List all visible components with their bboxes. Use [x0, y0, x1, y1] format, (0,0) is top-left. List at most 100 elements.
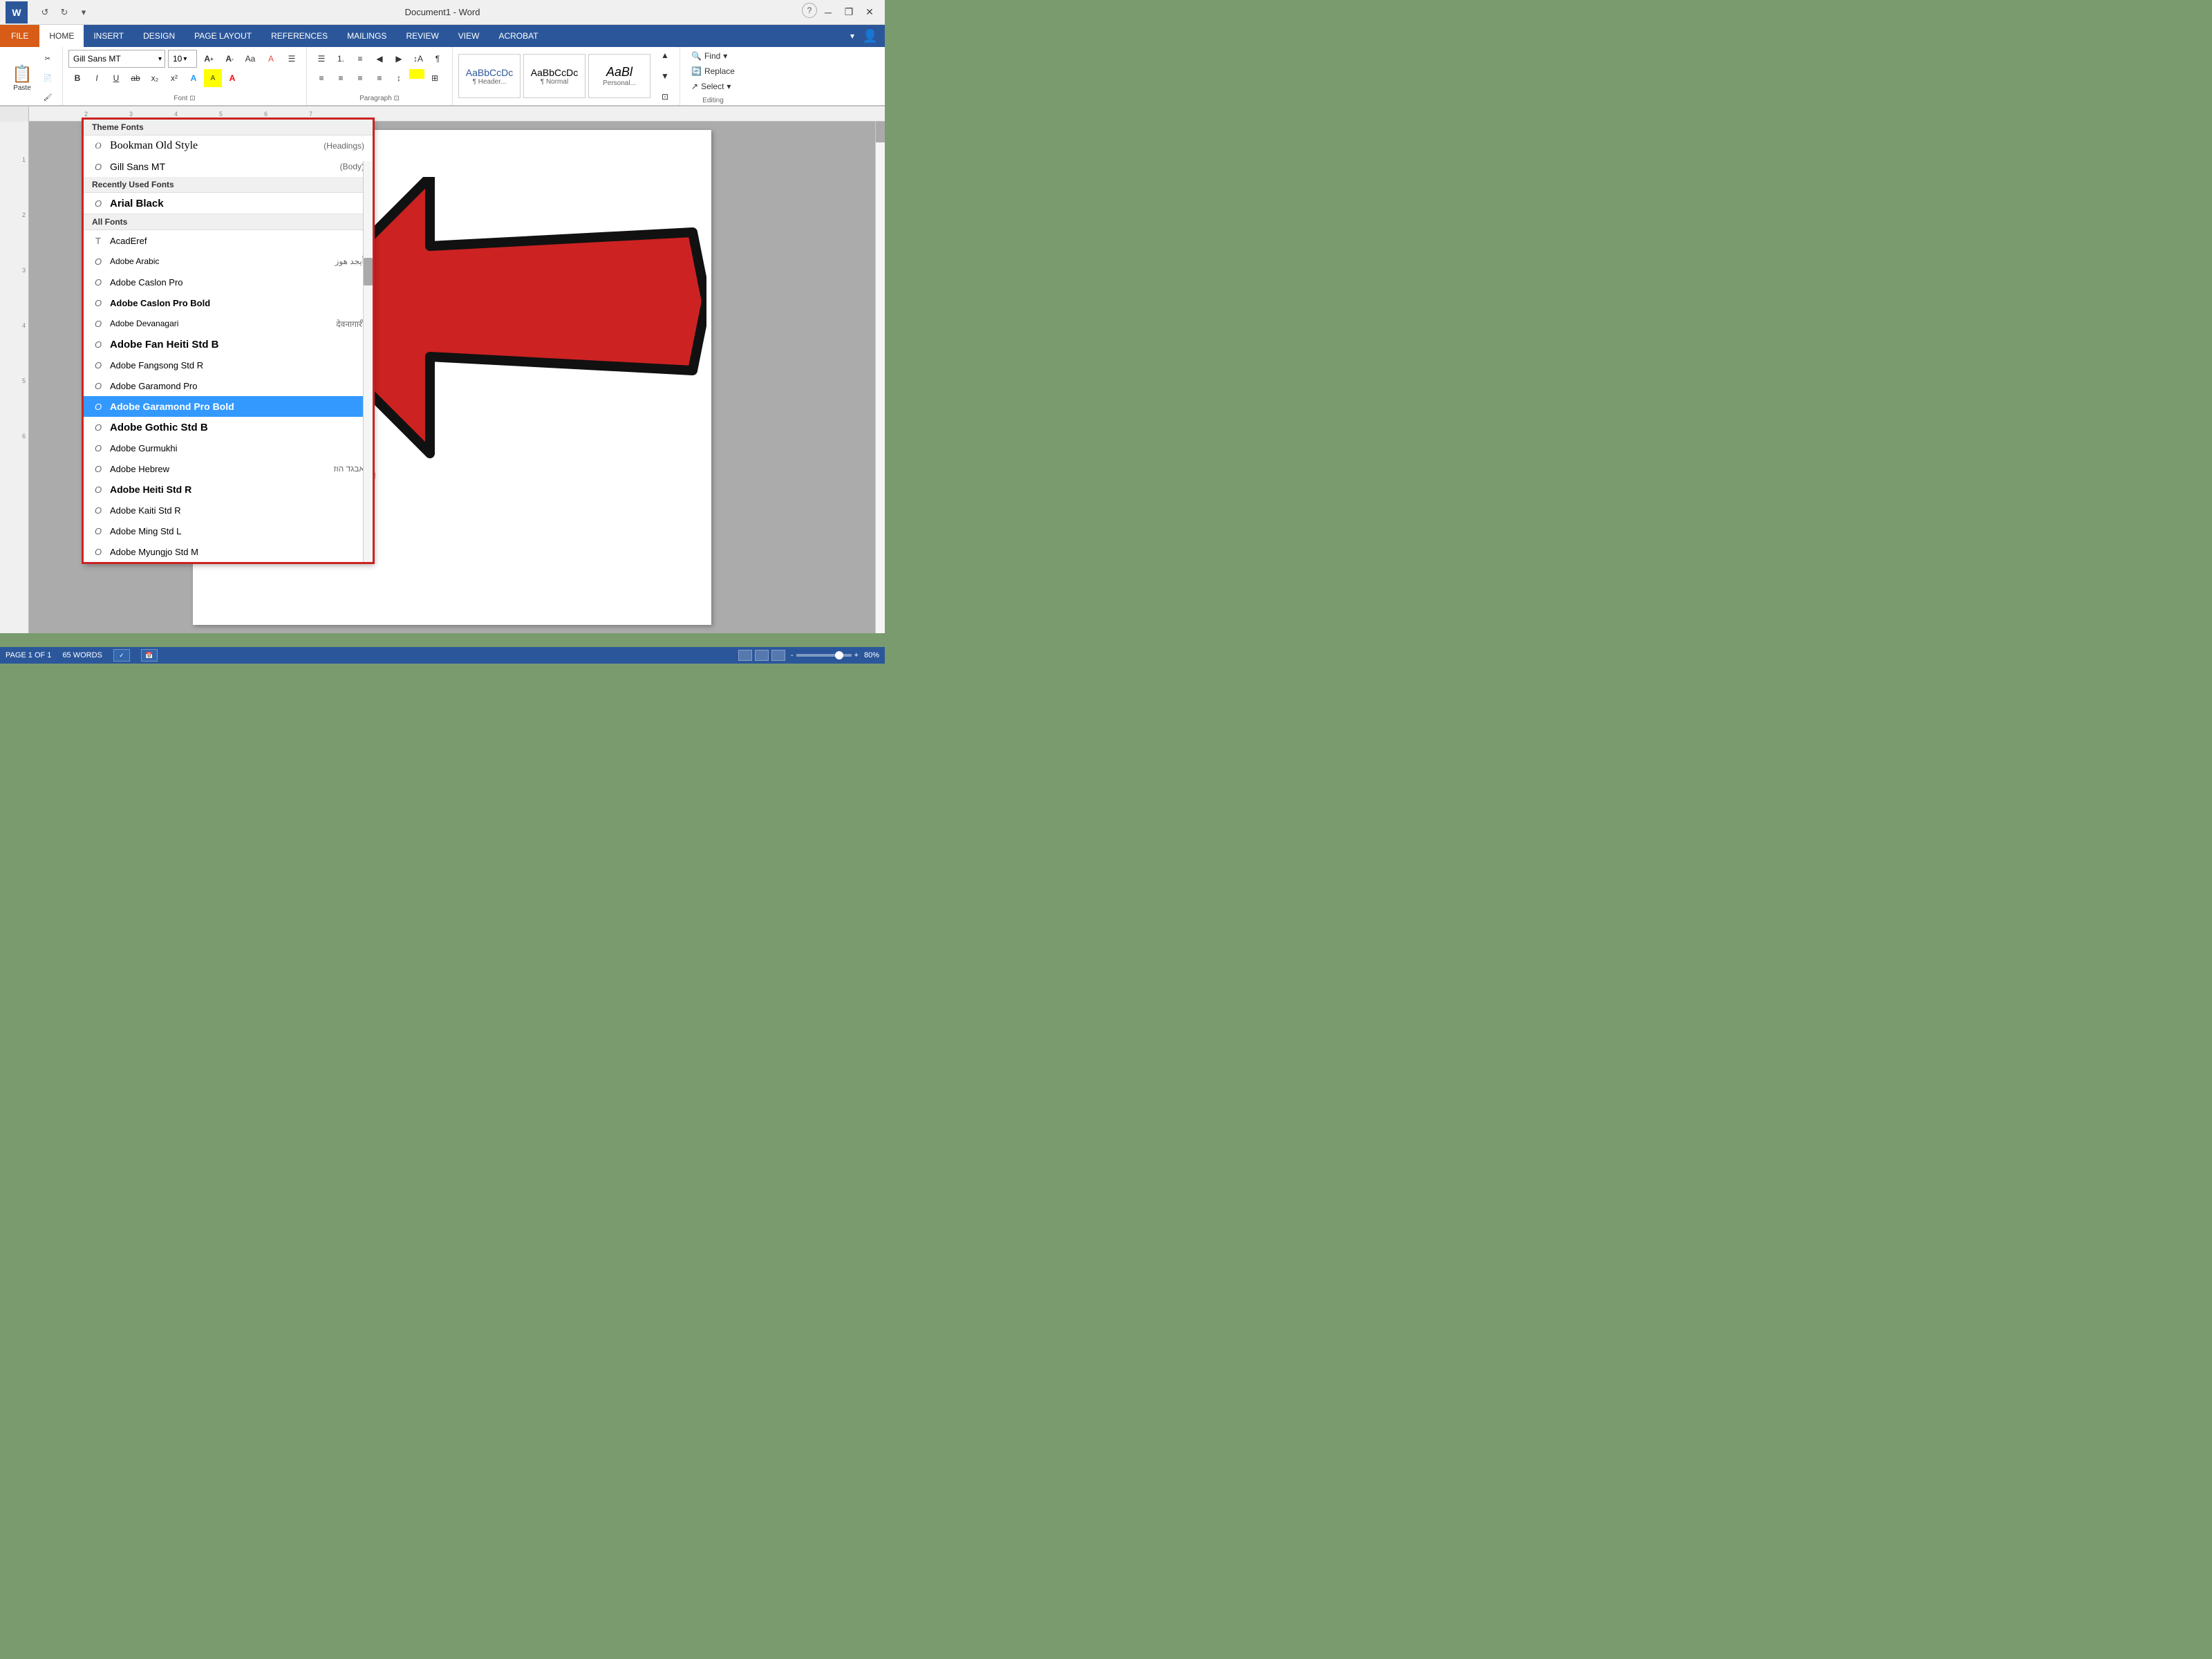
undo-button[interactable]: ↺ — [36, 3, 54, 21]
subscript-button[interactable]: x₂ — [146, 69, 164, 87]
font-item-adobe-fangsong[interactable]: O Adobe Fangsong Std R — [84, 355, 373, 375]
font-grow-button[interactable]: A+ — [200, 50, 218, 68]
tab-file[interactable]: FILE — [0, 25, 39, 47]
zoom-minus-button[interactable]: - — [791, 651, 794, 659]
font-item-adobe-caslon-bold[interactable]: O Adobe Caslon Pro Bold — [84, 292, 373, 313]
font-item-acadEref[interactable]: T AcadEref — [84, 230, 373, 251]
font-item-adobe-arabic[interactable]: O Adobe Arabic أيجد هوز — [84, 251, 373, 272]
line-spacing-button[interactable]: ↕ — [390, 69, 408, 87]
zoom-thumb[interactable] — [835, 651, 843, 659]
view-full-button[interactable] — [755, 650, 769, 661]
redo-button[interactable]: ↻ — [55, 3, 73, 21]
sort-button[interactable]: ↕A — [409, 50, 427, 68]
font-size-selector[interactable]: 10 ▾ — [168, 50, 197, 68]
styles-up-button[interactable]: ▲ — [656, 46, 674, 64]
select-button[interactable]: ↗ Select ▾ — [688, 80, 738, 93]
increase-indent-button[interactable]: ▶ — [390, 50, 408, 68]
shading-button[interactable] — [409, 69, 424, 79]
tab-acrobat[interactable]: ACROBAT — [489, 25, 547, 47]
style-header[interactable]: AaBbCcDc ¶ Header... — [458, 54, 521, 98]
clear-formatting-button[interactable]: A — [262, 50, 280, 68]
font-item-adobe-garamond-bold[interactable]: O Adobe Garamond Pro Bold — [84, 396, 373, 417]
view-web-button[interactable] — [771, 650, 785, 661]
cut-button[interactable]: ✂ — [39, 50, 57, 68]
font-item-adobe-fan-heiti[interactable]: O Adobe Fan Heiti Std B — [84, 334, 373, 355]
font-item-adobe-devanagari[interactable]: O Adobe Devanagari देवनागारी — [84, 313, 373, 334]
find-icon: 🔍 — [691, 51, 702, 61]
vertical-scrollbar[interactable] — [875, 122, 885, 633]
left-ruler: 1 2 3 4 5 6 — [0, 122, 29, 633]
font-item-adobe-caslon[interactable]: O Adobe Caslon Pro — [84, 272, 373, 292]
copy-button[interactable]: 📄 — [39, 69, 57, 87]
font-item-arial-black[interactable]: O Arial Black — [84, 193, 373, 214]
replace-button[interactable]: 🔄 Replace — [688, 65, 738, 77]
font-item-adobe-gurmukhi[interactable]: O Adobe Gurmukhi — [84, 438, 373, 458]
dropdown-scrollbar[interactable] — [363, 161, 373, 562]
text-highlight-button[interactable]: A — [204, 69, 222, 87]
zoom-track[interactable] — [796, 654, 852, 657]
bullets-button[interactable]: ☰ — [312, 50, 330, 68]
word-count: 65 WORDS — [62, 651, 102, 659]
font-color-button[interactable]: A — [223, 69, 241, 87]
borders-button[interactable]: ⊞ — [426, 69, 444, 87]
styles-more-button[interactable]: ⊡ — [656, 88, 674, 106]
scrollbar-thumb[interactable] — [876, 122, 885, 142]
numbering-button[interactable]: 1. — [332, 50, 350, 68]
user-account-icon[interactable]: 👤 — [861, 27, 879, 45]
close-button[interactable]: ✕ — [860, 3, 879, 22]
view-print-button[interactable] — [738, 650, 752, 661]
help-button[interactable]: ? — [802, 3, 817, 18]
font-item-adobe-heiti[interactable]: O Adobe Heiti Std R — [84, 479, 373, 500]
zoom-plus-button[interactable]: + — [854, 651, 859, 659]
tab-references[interactable]: REFERENCES — [261, 25, 337, 47]
style-personal[interactable]: AaBl Personal... — [588, 54, 650, 98]
justify-button[interactable]: ≡ — [371, 69, 388, 87]
tab-review[interactable]: REVIEW — [396, 25, 448, 47]
tab-mailings[interactable]: MAILINGS — [337, 25, 396, 47]
font-shrink-button[interactable]: A- — [221, 50, 238, 68]
text-effects-button[interactable]: A — [185, 69, 203, 87]
font-item-adobe-garamond[interactable]: O Adobe Garamond Pro — [84, 375, 373, 396]
tab-view[interactable]: VIEW — [449, 25, 489, 47]
style-normal-label: ¶ Normal — [541, 78, 568, 86]
change-case-button[interactable]: Aa — [241, 50, 259, 68]
styles-down-button[interactable]: ▼ — [656, 67, 674, 85]
font-name-selector[interactable]: Gill Sans MT ▾ — [68, 50, 165, 68]
tab-insert[interactable]: INSERT — [84, 25, 133, 47]
ruler-corner — [0, 106, 29, 122]
tab-page-layout[interactable]: PAGE LAYOUT — [185, 25, 261, 47]
strikethrough-button[interactable]: ab — [126, 69, 144, 87]
bold-button[interactable]: B — [68, 69, 86, 87]
superscript-button[interactable]: x² — [165, 69, 183, 87]
dropdown-scrollbar-thumb[interactable] — [364, 258, 373, 285]
proofing-button[interactable]: ✓ — [113, 649, 130, 662]
style-normal[interactable]: AaBbCcDc ¶ Normal — [523, 54, 585, 98]
show-formatting-button[interactable]: ¶ — [429, 50, 447, 68]
layout-button[interactable]: 📅 — [141, 649, 158, 662]
font-item-adobe-hebrew[interactable]: O Adobe Hebrew אבגד הוז — [84, 458, 373, 479]
decrease-indent-button[interactable]: ◀ — [371, 50, 388, 68]
ribbon-collapse-button[interactable]: ▾ — [843, 27, 861, 45]
font-item-adobe-kaiti[interactable]: O Adobe Kaiti Std R — [84, 500, 373, 521]
font-item-adobe-myungjo[interactable]: O Adobe Myungjo Std M — [84, 541, 373, 562]
format-painter-button[interactable]: 🖌 — [39, 88, 57, 106]
align-left-button[interactable]: ≡ — [312, 69, 330, 87]
find-button[interactable]: 🔍 Find ▾ — [688, 50, 738, 62]
font-size-value: 10 — [173, 54, 182, 64]
italic-button[interactable]: I — [88, 69, 106, 87]
underline-button[interactable]: U — [107, 69, 125, 87]
font-item-adobe-gothic[interactable]: O Adobe Gothic Std B — [84, 417, 373, 438]
multilevel-list-button[interactable]: ≡ — [351, 50, 369, 68]
tab-design[interactable]: DESIGN — [133, 25, 185, 47]
tab-home[interactable]: HOME — [39, 25, 84, 47]
font-item-bookman[interactable]: O Bookman Old Style (Headings) — [84, 135, 373, 156]
align-center-button[interactable]: ≡ — [332, 69, 350, 87]
align-right-button[interactable]: ≡ — [351, 69, 369, 87]
quick-access-more-button[interactable]: ▾ — [75, 3, 93, 21]
paste-button[interactable]: 📋 Paste — [6, 62, 39, 95]
minimize-button[interactable]: ─ — [818, 3, 838, 22]
restore-button[interactable]: ❐ — [839, 3, 859, 22]
font-item-adobe-ming[interactable]: O Adobe Ming Std L — [84, 521, 373, 541]
format-options-button[interactable]: ☰ — [283, 50, 301, 68]
font-item-gillsans[interactable]: O Gill Sans MT (Body) — [84, 156, 373, 177]
